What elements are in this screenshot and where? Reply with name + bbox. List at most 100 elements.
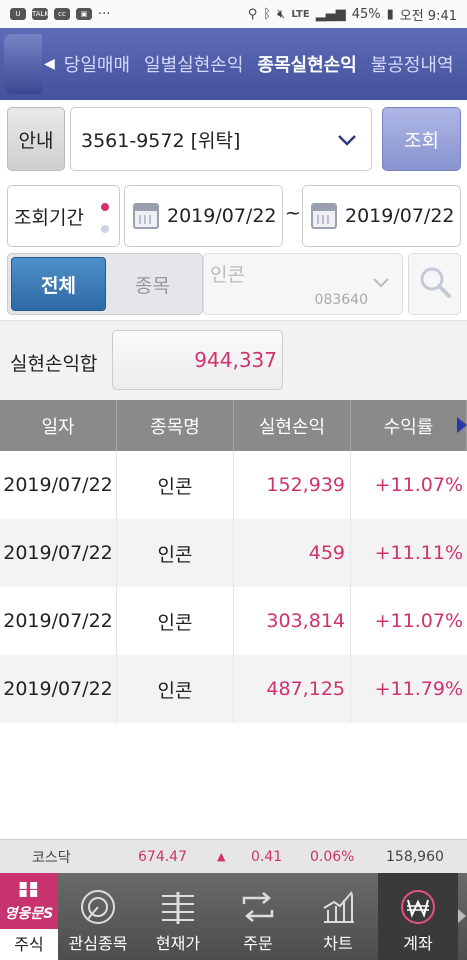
nav-label: 관심종목 <box>68 934 128 953</box>
ticker-change-percent: 0.06% <box>310 848 355 865</box>
total-value: 944,337 <box>112 330 283 390</box>
cell-date: 2019/07/22 <box>0 587 117 655</box>
account-number: 3561-9572 [위탁] <box>81 129 241 152</box>
account-won-icon <box>401 890 435 924</box>
cell-realized-pl: 459 <box>234 519 351 587</box>
table-row[interactable]: 2019/07/22 인콘 152,939 +11.07% <box>0 451 467 519</box>
nav-watchlist[interactable]: 관심종목 <box>58 873 138 960</box>
top-nav: ◀ 당일매매 일별실현손익 종목실현손익 불공정내역 <box>0 28 467 100</box>
market-ticker[interactable]: 코스닥 674.47 ▲ 0.41 0.06% 158,960 <box>0 839 467 873</box>
guide-button[interactable]: 안내 <box>7 107 65 171</box>
column-date: 일자 <box>0 400 117 451</box>
stock-code: 083640 <box>314 292 368 308</box>
column-realized-pl: 실현손익 <box>234 400 351 451</box>
tab-unfair-trades[interactable]: 불공정내역 <box>364 51 461 77</box>
account-select[interactable]: 3561-9572 [위탁] <box>70 107 372 171</box>
calendar-icon <box>133 203 159 229</box>
query-button[interactable]: 조회 <box>382 107 461 171</box>
scope-toggle: 전체 종목 <box>7 253 203 315</box>
start-date: 2019/07/22 <box>167 205 277 227</box>
stock-name: 인콘 <box>210 264 245 286</box>
period-label-toggle[interactable]: 조회기간 <box>7 185 120 247</box>
cell-date: 2019/07/22 <box>0 519 117 587</box>
back-button[interactable] <box>0 28 44 100</box>
period-label: 조회기간 <box>14 206 84 229</box>
scroll-columns-right-icon[interactable] <box>457 417 467 433</box>
stock-search-button[interactable] <box>408 253 461 315</box>
period-dot-active <box>101 203 109 211</box>
ticker-volume: 158,960 <box>386 848 444 865</box>
calendar-icon <box>311 203 337 229</box>
tab-daily-realized-pl[interactable]: 일별실현손익 <box>137 51 250 77</box>
nav-account[interactable]: 계좌 <box>378 873 458 960</box>
nav-chart[interactable]: 차트 <box>298 873 378 960</box>
tab-scroll-left-icon[interactable]: ◀ <box>44 56 55 72</box>
watchlist-icon <box>81 890 115 924</box>
cell-stock-name: 인콘 <box>117 655 234 723</box>
clock: 오전 9:41 <box>399 8 457 24</box>
tab-daily-trades[interactable]: 당일매매 <box>57 51 137 77</box>
chevron-down-icon <box>337 127 357 151</box>
bluetooth-icon: ᛒ <box>263 6 272 22</box>
cell-return-rate: +11.07% <box>374 474 463 496</box>
current-price-icon <box>162 892 194 924</box>
main-menu-button[interactable]: ▪▪ ▪▪ 영웅문S 주식 <box>0 873 58 960</box>
cell-date: 2019/07/22 <box>0 655 117 723</box>
battery-icon: ▮ <box>386 6 394 22</box>
period-row: 조회기간 2019/07/22 ~ 2019/07/22 <box>0 180 467 250</box>
scope-stock-button[interactable]: 종목 <box>106 257 199 311</box>
nav-current-price[interactable]: 현재가 <box>138 873 218 960</box>
talk-notification-icon: TALK <box>32 8 50 20</box>
total-label: 실현손익합 <box>10 353 98 375</box>
menu-label: 주식 <box>0 929 58 960</box>
filter-row: 전체 종목 인콘 083640 <box>0 250 467 320</box>
nav-label: 계좌 <box>403 934 433 953</box>
cell-realized-pl: 152,939 <box>234 451 351 519</box>
cell-stock-name: 인콘 <box>117 519 234 587</box>
end-date: 2019/07/22 <box>345 205 455 227</box>
more-notifications-icon: ··· <box>98 6 111 22</box>
cc-notification-icon: cc <box>54 8 70 20</box>
status-bar: U TALK cc ▣ ··· ⚲ ᛒ 🔇︎ LTE ▂▄▆ 45% ▮ 오전 … <box>0 0 467 28</box>
table-header: 일자 종목명 실현손익 수익률 <box>0 400 467 451</box>
total-row: 실현손익합 944,337 <box>0 320 467 400</box>
chevron-down-icon <box>372 272 390 293</box>
stock-select[interactable]: 인콘 083640 <box>203 253 403 315</box>
network-label: LTE <box>291 8 310 20</box>
table-row[interactable]: 2019/07/22 인콘 303,814 +11.07% <box>0 587 467 655</box>
cell-return-rate: +11.11% <box>374 542 463 564</box>
signal-icon: ▂▄▆ <box>315 6 346 22</box>
column-stock-name: 종목명 <box>117 400 234 451</box>
tab-stock-realized-pl[interactable]: 종목실현손익 <box>250 51 363 77</box>
scope-all-button[interactable]: 전체 <box>11 257 106 311</box>
account-row: 안내 3561-9572 [위탁] 조회 <box>0 100 467 180</box>
cell-stock-name: 인콘 <box>117 587 234 655</box>
nav-label: 주문 <box>243 934 273 953</box>
period-dot-inactive <box>101 225 109 233</box>
ticker-change: 0.41 <box>251 848 283 865</box>
column-return-rate: 수익률 <box>351 400 467 451</box>
cell-date: 2019/07/22 <box>0 451 117 519</box>
date-separator: ~ <box>285 202 301 224</box>
start-date-field[interactable]: 2019/07/22 <box>124 185 283 247</box>
mute-icon: 🔇︎ <box>277 6 286 22</box>
battery-percent: 45% <box>351 6 381 22</box>
cell-return-rate: +11.07% <box>374 610 463 632</box>
cell-return-rate: +11.79% <box>374 678 463 700</box>
bottom-nav: ▪▪ ▪▪ 영웅문S 주식 관심종목 현재가 주문 차트 계좌 <box>0 873 467 960</box>
order-icon <box>242 892 274 922</box>
cell-realized-pl: 487,125 <box>234 655 351 723</box>
photo-notification-icon: ▣ <box>76 8 92 20</box>
nav-order[interactable]: 주문 <box>218 873 298 960</box>
search-icon <box>418 265 452 303</box>
ticker-market-name: 코스닥 <box>32 849 71 866</box>
table-row[interactable]: 2019/07/22 인콘 459 +11.11% <box>0 519 467 587</box>
chart-icon <box>323 891 354 923</box>
end-date-field[interactable]: 2019/07/22 <box>302 185 461 247</box>
nav-label: 차트 <box>323 934 353 953</box>
menu-grid-icon: ▪▪ ▪▪ <box>18 877 40 901</box>
table-row[interactable]: 2019/07/22 인콘 487,125 +11.79% <box>0 655 467 723</box>
table-body: 2019/07/22 인콘 152,939 +11.07% 2019/07/22… <box>0 451 467 839</box>
ticker-index: 674.47 <box>138 848 187 865</box>
nav-more-arrow-icon[interactable] <box>458 873 467 960</box>
